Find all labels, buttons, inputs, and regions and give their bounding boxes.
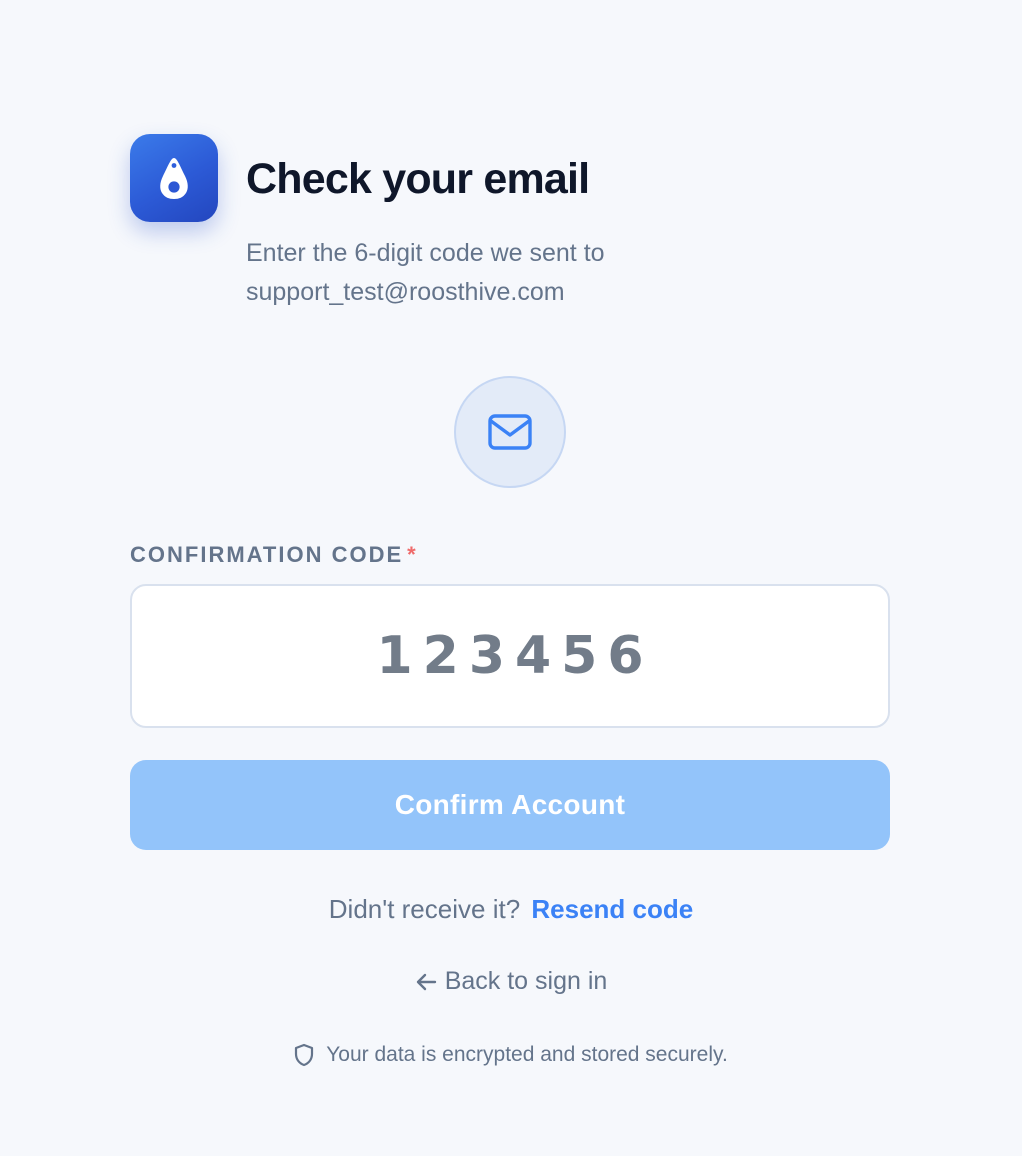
recipient-email: support_test@roosthive.com — [246, 278, 565, 306]
resend-row: Didn't receive it? Resend code — [0, 890, 1022, 928]
resend-code-link[interactable]: Resend code — [531, 894, 693, 924]
droplet-logo-icon — [160, 158, 188, 199]
security-note: Your data is encrypted and stored secure… — [0, 1038, 1022, 1072]
app-logo — [130, 134, 218, 222]
page-subtitle: Enter the 6-digit code we sent to suppor… — [246, 234, 806, 312]
shield-icon — [294, 1043, 314, 1067]
confirmation-code-label-text: CONFIRMATION CODE — [130, 542, 404, 567]
resend-prompt: Didn't receive it? — [328, 894, 521, 924]
subtitle-text: Enter the 6-digit code we sent to — [246, 239, 605, 267]
back-to-sign-in-label: Back to sign in — [444, 967, 608, 995]
mail-badge — [454, 376, 566, 488]
confirm-email-page: Check your email Enter the 6-digit code … — [0, 0, 1022, 1156]
required-marker: * — [407, 542, 418, 567]
confirmation-code-label: CONFIRMATION CODE * — [130, 540, 418, 570]
security-text: Your data is encrypted and stored secure… — [326, 1043, 728, 1066]
confirm-account-button[interactable]: Confirm Account — [130, 760, 890, 850]
confirmation-code-input[interactable] — [130, 584, 890, 728]
mail-icon — [488, 414, 532, 450]
back-to-sign-in-link[interactable]: Back to sign in — [0, 962, 1022, 1000]
page-title: Check your email — [246, 155, 590, 203]
arrow-left-icon — [415, 972, 437, 992]
